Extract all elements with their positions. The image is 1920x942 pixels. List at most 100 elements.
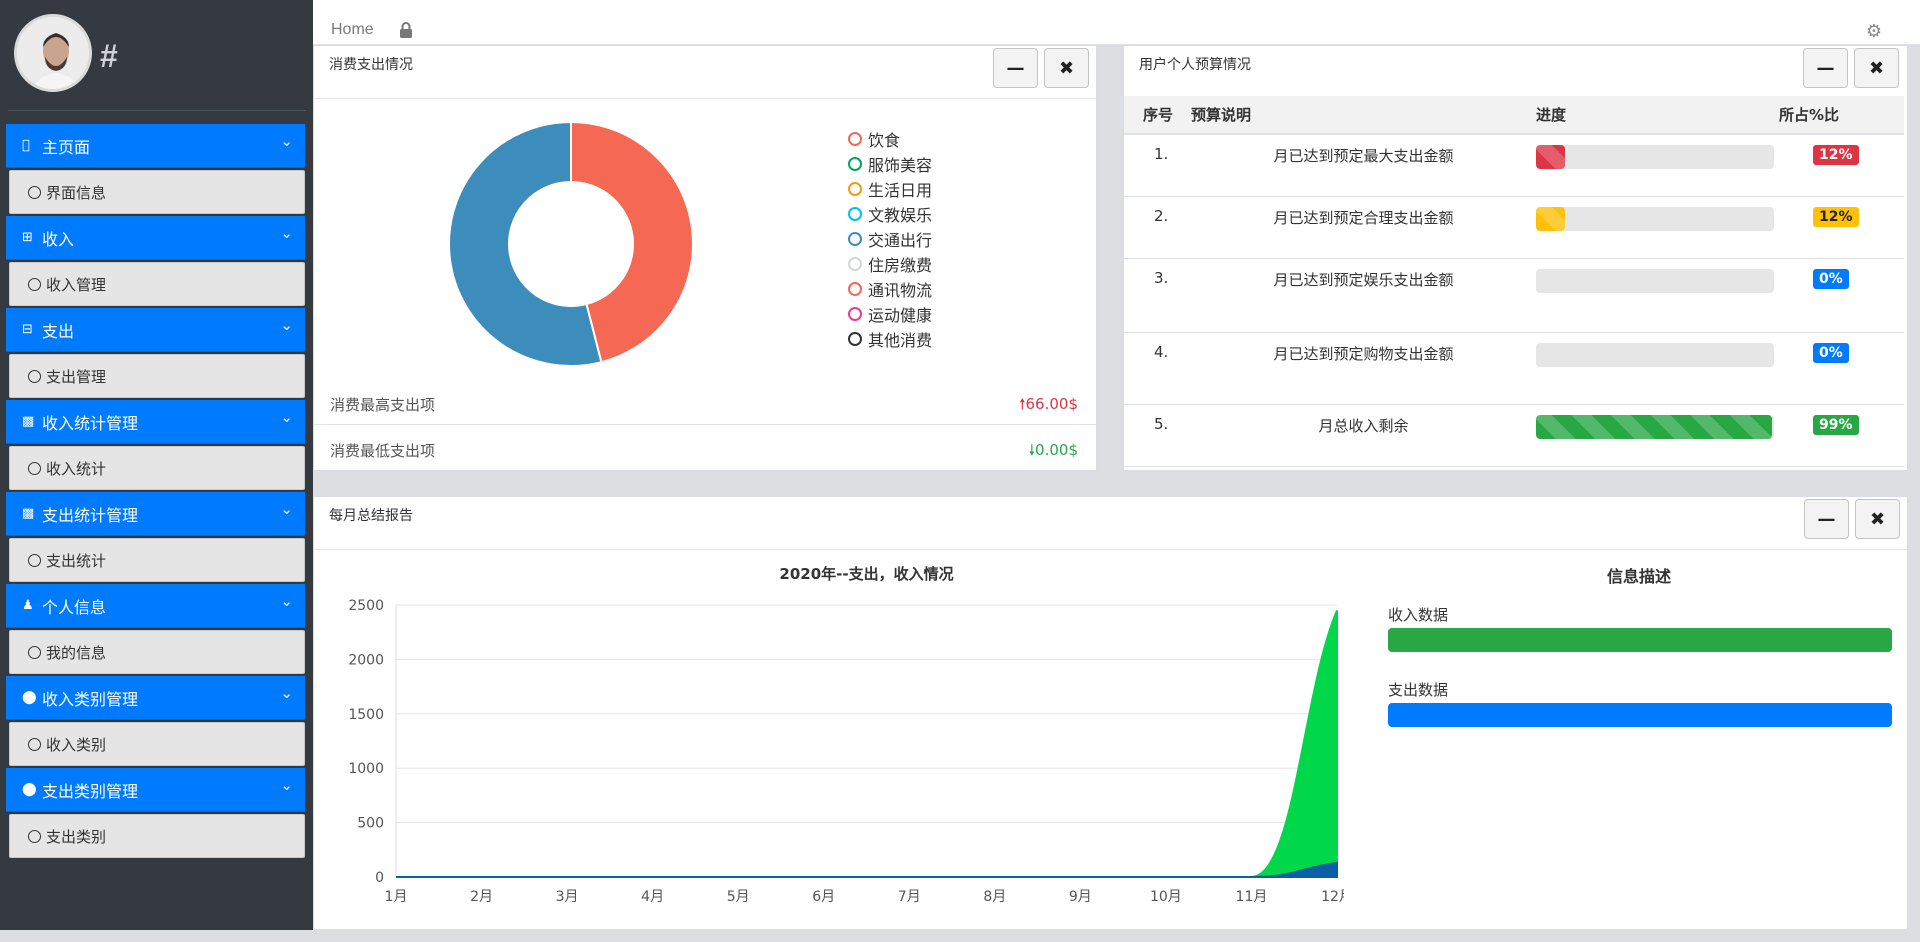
chevron-down-icon: ⌄ xyxy=(280,224,293,242)
legend-swatch xyxy=(848,306,862,321)
row-progress xyxy=(1536,258,1779,333)
legend-item[interactable]: 文教娱乐 xyxy=(848,201,932,226)
nav-income-category[interactable]: ⬤ 收入类别管理 ⌄ xyxy=(6,676,305,720)
top-navbar: Home ⚙ xyxy=(313,0,1920,45)
legend-item[interactable]: 服饰美容 xyxy=(848,151,932,176)
chevron-down-icon: ⌄ xyxy=(280,684,293,702)
nav-profile[interactable]: ♟ 个人信息 ⌄ xyxy=(6,584,305,628)
legend-item[interactable]: 交通出行 xyxy=(848,226,932,251)
x-tick-label: 12月 xyxy=(1321,889,1344,905)
progress-bar xyxy=(1536,414,1774,439)
legend-label: 通讯物流 xyxy=(868,280,933,300)
nav-item-income-stats[interactable]: 收入统计 xyxy=(9,446,305,490)
nav-item-expense-stats[interactable]: 支出统计 xyxy=(9,538,305,582)
nav-item-income-category[interactable]: 收入类别 xyxy=(9,722,305,766)
nav-expense-label: 支出 xyxy=(42,321,75,341)
card-title: 消费支出情况 xyxy=(329,57,413,73)
y-tick-label: 0 xyxy=(375,870,384,886)
min-expense-value: 0.00$ xyxy=(1035,441,1078,459)
nav-income-stats[interactable]: ▩ 收入统计管理 ⌄ xyxy=(6,400,305,444)
plus-square-icon: ⊞ xyxy=(22,230,33,245)
y-tick-label: 2500 xyxy=(348,598,384,614)
close-button[interactable]: ✖ xyxy=(1044,48,1089,88)
nav-item-expense-manage[interactable]: 支出管理 xyxy=(9,354,305,398)
area-series-0 xyxy=(395,610,1338,879)
nav-expense[interactable]: ⊟ 支出 ⌄ xyxy=(6,308,305,352)
nav-income[interactable]: ⊞ 收入 ⌄ xyxy=(6,216,305,260)
consumption-card: 消费支出情况 — ✖ 饮食 服饰美容 生活日用 文教娱乐交通出行 住房缴费通讯物流运动健… xyxy=(313,45,1097,471)
legend-swatch xyxy=(848,206,862,221)
y-tick-label: 2000 xyxy=(348,652,384,668)
min-expense-label: 消费最低支出项 xyxy=(330,442,436,460)
circle-icon xyxy=(28,645,41,659)
x-tick-label: 4月 xyxy=(641,889,664,905)
nav-expense-stats[interactable]: ▩ 支出统计管理 ⌄ xyxy=(6,492,305,536)
circle-icon xyxy=(28,829,41,843)
x-tick-label: 9月 xyxy=(1069,889,1092,905)
nav-home[interactable]: 主页面 ⌄ xyxy=(6,124,305,168)
legend-item[interactable]: 其他消费 xyxy=(848,326,932,351)
legend-item[interactable]: 住房缴费 xyxy=(848,251,932,276)
sidebar: # 主页面 ⌄ 界面信息 ⊞ 收入 ⌄ 收入管理 ⊟ 支出 ⌄ 支出管理 ▩ 收入统计管理… xyxy=(0,0,313,930)
row-percent: 0% xyxy=(1779,332,1904,405)
home-link[interactable]: Home xyxy=(331,21,374,39)
collapse-button[interactable]: — xyxy=(993,48,1038,88)
legend-label: 交通出行 xyxy=(868,230,933,250)
chart-title: 2020年--支出，收入情况 xyxy=(779,565,953,583)
avatar[interactable] xyxy=(14,14,92,92)
percent-badge: 99% xyxy=(1813,414,1859,435)
row-no: 1. xyxy=(1124,134,1191,197)
row-desc: 月已达到预定购物支出金额 xyxy=(1191,332,1536,405)
nav-income-stats-label: 收入统计管理 xyxy=(42,413,139,433)
circle-icon xyxy=(28,369,41,383)
legend-label: 其他消费 xyxy=(868,330,933,350)
x-tick-label: 8月 xyxy=(983,889,1006,905)
legend-item[interactable]: 运动健康 xyxy=(848,301,932,326)
chevron-down-icon: ⌄ xyxy=(280,500,293,518)
progress-bar xyxy=(1536,145,1774,169)
legend-label: 运动健康 xyxy=(868,305,933,325)
percent-badge: 0% xyxy=(1813,342,1849,363)
card-divider xyxy=(314,98,1096,99)
x-tick-label: 1月 xyxy=(385,889,408,905)
table-row: 5. 月总收入剩余 99% xyxy=(1124,404,1904,467)
row-no: 3. xyxy=(1124,258,1191,333)
lock-icon[interactable] xyxy=(399,22,413,42)
legend-swatch xyxy=(848,156,862,171)
legend-item[interactable]: 通讯物流 xyxy=(848,276,932,301)
percent-badge: 12% xyxy=(1813,145,1859,165)
chevron-down-icon: ⌄ xyxy=(280,408,293,426)
x-tick-label: 10月 xyxy=(1150,889,1182,905)
table-row: 3. 月已达到预定娱乐支出金额 0% xyxy=(1124,258,1904,333)
area-chart: 2020年--支出，收入情况 0 500 1000 1500 2000 2500 1月 2月 3月… xyxy=(348,565,1344,905)
nav-item-income-manage[interactable]: 收入管理 xyxy=(9,262,305,306)
user-icon: ♟ xyxy=(22,598,34,613)
chevron-down-icon: ⌄ xyxy=(280,776,293,794)
row-percent: 99% xyxy=(1779,404,1904,467)
nav-item-my-info[interactable]: 我的信息 xyxy=(9,630,305,674)
max-expense-label: 消费最高支出项 xyxy=(330,396,436,414)
collapse-button[interactable]: — xyxy=(1804,499,1849,539)
collapse-button[interactable]: — xyxy=(1803,48,1848,88)
close-button[interactable]: ✖ xyxy=(1855,499,1900,539)
progress-bar xyxy=(1536,342,1774,367)
legend-label: 饮食 xyxy=(868,130,901,150)
dot-circle-icon: ⬤ xyxy=(22,690,37,705)
avatar-image xyxy=(17,17,89,89)
nav-item-ui-info[interactable]: 界面信息 xyxy=(9,170,305,214)
row-desc: 月总收入剩余 xyxy=(1191,404,1536,467)
chevron-down-icon: ⌄ xyxy=(280,592,293,610)
legend-swatch xyxy=(848,331,862,346)
legend-item[interactable]: 饮食 xyxy=(848,126,932,151)
y-tick-label: 1000 xyxy=(348,761,384,777)
x-tick-label: 3月 xyxy=(556,889,579,905)
gear-icon[interactable]: ⚙ xyxy=(1866,21,1882,42)
brand-logo[interactable]: # xyxy=(100,38,118,75)
nav-expense-category[interactable]: ⬤ 支出类别管理 ⌄ xyxy=(6,768,305,812)
donut-chart xyxy=(448,120,694,367)
close-button[interactable]: ✖ xyxy=(1854,48,1899,88)
legend-item[interactable]: 生活日用 xyxy=(848,176,932,201)
x-tick-label: 7月 xyxy=(898,889,921,905)
nav-item-expense-category[interactable]: 支出类别 xyxy=(9,814,305,858)
chart-legend: 饮食 服饰美容 生活日用 文教娱乐交通出行 住房缴费通讯物流运动健康其他消费 xyxy=(848,126,932,351)
